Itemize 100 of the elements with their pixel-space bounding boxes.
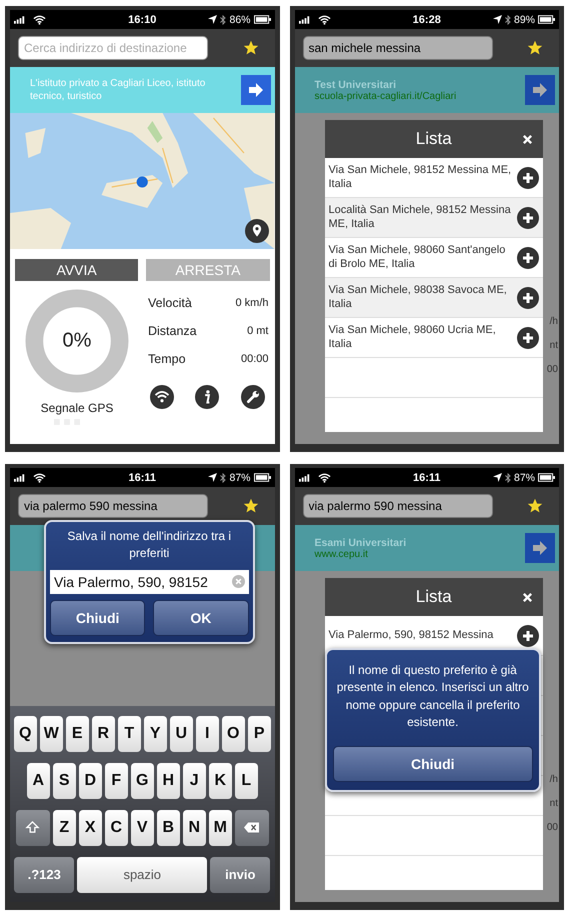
- hidden-value-fragment: nt: [548, 340, 558, 351]
- keyboard-key[interactable]: .?123: [14, 856, 74, 892]
- wrench-icon[interactable]: [240, 385, 264, 409]
- status-time: 16:11: [128, 472, 156, 484]
- keyboard-key[interactable]: W: [40, 716, 63, 752]
- address-text: Via San Michele, 98152 Messina ME, Italia: [328, 164, 512, 192]
- control-button[interactable]: AVVIA: [15, 259, 138, 281]
- stat-label: Velocità: [148, 296, 192, 310]
- ad-text: L'istituto privato a Cagliari Liceo, istituto tecnico, turistico: [30, 77, 206, 103]
- status-time: 16:28: [412, 14, 441, 26]
- keyboard-key[interactable]: K: [208, 762, 232, 798]
- address-text: Via San Michele, 98060 Ucria ME, Italia: [328, 324, 497, 352]
- keyboard-key[interactable]: O: [222, 716, 245, 752]
- address-text: Via Palermo, 590, 98152 Messina: [328, 628, 494, 642]
- keyboard-key[interactable]: C: [104, 810, 128, 846]
- address-text: Località San Michele, 98152 Messina ME, Italia: [328, 204, 512, 232]
- dialog-button[interactable]: OK: [153, 600, 248, 636]
- plus-icon[interactable]: [517, 286, 539, 308]
- gauge-reading: 0%: [62, 330, 92, 352]
- keyboard-key[interactable]: L: [234, 762, 258, 798]
- dialog-title: Salva il nome dell'indirizzo tra i preferiti: [66, 528, 232, 562]
- arrow-right-icon[interactable]: [525, 75, 555, 105]
- search-field[interactable]: via palermo 590 messina: [18, 494, 208, 518]
- plus-icon[interactable]: [517, 624, 539, 646]
- dialog-title: Lista: [416, 587, 452, 607]
- arrow-right-icon[interactable]: [240, 75, 270, 105]
- shift-icon: [25, 821, 40, 834]
- location-pin-icon[interactable]: [244, 219, 268, 243]
- stat-label: Tempo: [148, 352, 186, 366]
- keyboard-key[interactable]: J: [182, 762, 206, 798]
- star-icon[interactable]: [527, 40, 543, 56]
- close-icon[interactable]: [522, 134, 533, 144]
- location-arrow-icon: [492, 15, 502, 24]
- keyboard-key[interactable]: N: [182, 810, 206, 846]
- keyboard-key[interactable]: U: [170, 716, 193, 752]
- plus-icon[interactable]: [517, 326, 539, 348]
- dialog-button[interactable]: Chiudi: [50, 600, 146, 636]
- keyboard-key[interactable]: E: [66, 716, 89, 752]
- plus-icon[interactable]: [517, 206, 539, 228]
- wifi-icon: [318, 472, 330, 482]
- wifi-icon: [318, 14, 330, 24]
- hidden-value-fragment: /h: [548, 774, 558, 785]
- shift-key[interactable]: [16, 810, 50, 846]
- bluetooth-icon: [504, 472, 511, 482]
- wifi-icon[interactable]: [150, 385, 174, 409]
- keyboard-key[interactable]: T: [118, 716, 141, 752]
- keyboard-key[interactable]: S: [52, 762, 76, 798]
- battery-icon: [538, 473, 555, 482]
- keyboard-key[interactable]: Y: [144, 716, 167, 752]
- name-input-field[interactable]: Via Palermo, 590, 98152: [50, 570, 248, 594]
- address-text: Via San Michele, 98060 Sant'angelo di Brolo ME, Italia: [328, 244, 506, 272]
- dialog-button[interactable]: Chiudi: [332, 746, 533, 782]
- battery-percent: 89%: [514, 14, 535, 26]
- signal-icon: [298, 474, 312, 482]
- keyboard-key[interactable]: H: [156, 762, 180, 798]
- search-field[interactable]: Cerca indirizzo di destinazione: [18, 36, 208, 60]
- stat-value: 00:00: [240, 353, 268, 365]
- plus-icon[interactable]: [517, 166, 539, 188]
- plus-icon[interactable]: [517, 246, 539, 268]
- status-time: 16:10: [128, 14, 156, 26]
- location-arrow-icon: [208, 15, 218, 24]
- keyboard-key[interactable]: V: [130, 810, 154, 846]
- signal-icon: [14, 474, 27, 482]
- keyboard-key[interactable]: G: [130, 762, 154, 798]
- battery-icon: [538, 15, 555, 24]
- gps-signal-label: Segnale GPS: [40, 401, 114, 415]
- star-icon[interactable]: [242, 40, 258, 56]
- keyboard-key[interactable]: invio: [210, 856, 270, 892]
- keyboard-key[interactable]: X: [78, 810, 102, 846]
- backspace-key[interactable]: [234, 810, 269, 846]
- keyboard-key[interactable]: D: [78, 762, 102, 798]
- address-list-item[interactable]: Località San Michele, 98152 Messina ME, Italia: [324, 198, 543, 238]
- ad-url: scuola-privata-cagliari.it/Cagliari: [314, 90, 458, 102]
- ad-title: Esami Universitari: [314, 536, 408, 548]
- keyboard-key[interactable]: A: [26, 762, 50, 798]
- keyboard-key[interactable]: Q: [14, 716, 37, 752]
- ad-url: www.cepu.it: [314, 548, 369, 560]
- hidden-value-fragment: 00: [546, 822, 558, 833]
- keyboard-key[interactable]: F: [104, 762, 128, 798]
- keyboard-key[interactable]: B: [156, 810, 180, 846]
- hidden-value-fragment: /h: [548, 316, 558, 327]
- star-icon[interactable]: [242, 498, 258, 514]
- dialog-title: Lista: [416, 129, 452, 149]
- keyboard-key[interactable]: spazio: [77, 856, 208, 892]
- keyboard-key[interactable]: M: [208, 810, 232, 846]
- search-field[interactable]: san michele messina: [302, 36, 492, 60]
- star-icon[interactable]: [527, 498, 543, 514]
- backspace-icon: [244, 821, 260, 834]
- arrow-right-icon[interactable]: [525, 533, 555, 563]
- keyboard-key[interactable]: I: [196, 716, 219, 752]
- stat-label: Distanza: [148, 324, 197, 338]
- stat-value: 0 km/h: [235, 297, 268, 309]
- close-icon[interactable]: [522, 592, 533, 602]
- keyboard-key[interactable]: P: [248, 716, 271, 752]
- info-icon[interactable]: [195, 385, 220, 409]
- keyboard-key[interactable]: Z: [52, 810, 76, 846]
- address-list-item[interactable]: Via San Michele, 98038 Savoca ME, Italia: [324, 278, 543, 318]
- keyboard-key[interactable]: R: [92, 716, 115, 752]
- search-field[interactable]: via palermo 590 messina: [302, 494, 492, 518]
- address-text: Via San Michele, 98038 Savoca ME, Italia: [328, 284, 508, 312]
